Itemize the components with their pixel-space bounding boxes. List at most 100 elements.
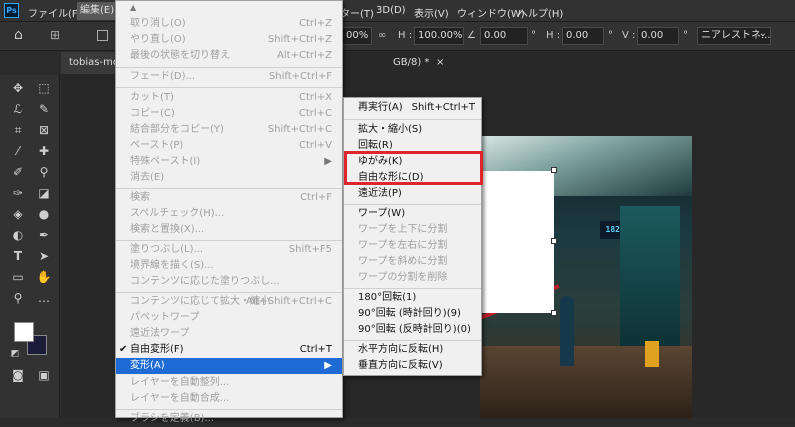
menu-window[interactable]: ウィンドウ(W) xyxy=(457,5,525,20)
height-field[interactable]: 100.00% xyxy=(414,27,464,45)
menu-item-scale[interactable]: 拡大・縮小(S) xyxy=(344,122,481,138)
blur-tool-icon[interactable]: ● xyxy=(35,206,53,222)
more-tools-icon[interactable]: … xyxy=(35,290,53,306)
menu-item-puppet-warp[interactable]: パペットワープ xyxy=(116,310,342,326)
dodge-tool-icon[interactable]: ◐ xyxy=(9,227,27,243)
height-label: H : xyxy=(398,30,413,41)
menu-filter[interactable]: ター(T) xyxy=(340,5,374,20)
menu-item-perspective-warp[interactable]: 遠近法ワープ xyxy=(116,326,342,342)
menu-item-perspective[interactable]: 遠近法(P) xyxy=(344,186,481,202)
reference-point-icon[interactable]: ⊞ xyxy=(50,28,60,42)
crop-tool-icon[interactable]: ⌗ xyxy=(9,122,27,138)
cone-icon xyxy=(645,341,659,367)
platform-floor xyxy=(480,346,692,418)
menu-separator xyxy=(116,188,342,189)
stamp-tool-icon[interactable]: ⚲ xyxy=(35,164,53,180)
menu-item-cut[interactable]: カット(T) Ctrl+X xyxy=(116,90,342,106)
link-icon[interactable]: ∞ xyxy=(378,30,386,41)
menu-item-paste[interactable]: ペースト(P) Ctrl+V xyxy=(116,138,342,154)
menu-item-stroke[interactable]: 境界線を描く(S)... xyxy=(116,258,342,274)
menu-item-paste-special[interactable]: 特殊ペースト(I) ▶ xyxy=(116,154,342,170)
menu-help[interactable]: ヘルプ(H) xyxy=(518,5,563,20)
tools-panel: ✥ ⬚ ℒ ✎ ⌗ ⊠ ⁄ ✚ ✐ ⚲ ✑ ◪ ◈ ● ◐ ✒ T ➤ ▭ ✋ … xyxy=(0,75,60,418)
checkbox-icon[interactable] xyxy=(97,30,108,41)
menu-separator xyxy=(344,204,481,205)
menu-item-flip-vertical[interactable]: 垂直方向に反転(V) xyxy=(344,358,481,374)
menu-item-content-aware-fill[interactable]: コンテンツに応じた塗りつぶし... xyxy=(116,274,342,290)
quick-mask-icon[interactable]: ◙ xyxy=(9,367,27,383)
scroll-up-icon[interactable]: ▲ xyxy=(130,3,136,12)
menu-item-remove-warp-split[interactable]: ワープの分割を削除 xyxy=(344,270,481,286)
menu-item-copy[interactable]: コピー(C) Ctrl+C xyxy=(116,106,342,122)
zoom-tool-icon[interactable]: ⚲ xyxy=(9,290,27,306)
default-colors-icon[interactable]: ◩ xyxy=(6,346,24,362)
healing-brush-icon[interactable]: ✚ xyxy=(35,143,53,159)
menu-item-undo[interactable]: 取り消し(O) Ctrl+Z xyxy=(116,16,342,32)
menu-item-redo[interactable]: やり直し(O) Shift+Ctrl+Z xyxy=(116,32,342,48)
menu-item-define-brush[interactable]: ブラシを定義(B)... xyxy=(116,411,342,427)
menu-item-split-warp-horizontal[interactable]: ワープを上下に分割 xyxy=(344,222,481,238)
menu-file[interactable]: ファイル(F) xyxy=(28,5,82,20)
pen-tool-icon[interactable]: ✒ xyxy=(35,227,53,243)
rectangle-tool-icon[interactable]: ▭ xyxy=(9,269,27,285)
path-select-icon[interactable]: ➤ xyxy=(35,248,53,264)
menu-item-auto-blend-layers[interactable]: レイヤーを自動合成... xyxy=(116,391,342,407)
menu-item-split-warp-vertical[interactable]: ワープを左右に分割 xyxy=(344,238,481,254)
menu-item-rotate-90-cw[interactable]: 90°回転 (時計回り)(9) xyxy=(344,306,481,322)
transform-layer[interactable] xyxy=(480,171,554,313)
eyedropper-tool-icon[interactable]: ⁄ xyxy=(9,143,27,159)
vskew-unit: ° xyxy=(683,30,688,41)
submenu-arrow-icon: ▶ xyxy=(324,360,332,371)
close-icon[interactable]: × xyxy=(436,52,444,74)
menu-view[interactable]: 表示(V) xyxy=(414,5,449,20)
type-tool-icon[interactable]: T xyxy=(9,248,27,264)
menu-item-find-replace[interactable]: 検索と置換(X)... xyxy=(116,222,342,238)
menu-separator xyxy=(116,292,342,293)
marquee-tool-icon[interactable]: ⬚ xyxy=(35,80,53,96)
menu-item-free-transform[interactable]: ✔ 自由変形(F) Ctrl+T xyxy=(116,342,342,358)
menu-3d[interactable]: 3D(D) xyxy=(376,5,406,16)
menu-item-copy-merged[interactable]: 結合部分をコピー(Y) Shift+Ctrl+C xyxy=(116,122,342,138)
interpolation-select[interactable]: ニアレストネ... ⌄ xyxy=(697,27,771,45)
transform-handle-right[interactable] xyxy=(551,238,557,244)
width-field[interactable]: 00% xyxy=(342,27,372,45)
eraser-tool-icon[interactable]: ◪ xyxy=(35,185,53,201)
vskew-field[interactable]: 0.00 xyxy=(637,27,679,45)
angle-field[interactable]: 0.00 xyxy=(480,27,528,45)
menu-item-auto-align-layers[interactable]: レイヤーを自動整列... xyxy=(116,375,342,391)
transform-handle-top-right[interactable] xyxy=(551,167,557,173)
frame-tool-icon[interactable]: ⊠ xyxy=(35,122,53,138)
brush-tool-icon[interactable]: ✐ xyxy=(9,164,27,180)
menu-item-flip-horizontal[interactable]: 水平方向に反転(H) xyxy=(344,342,481,358)
hand-tool-icon[interactable]: ✋ xyxy=(35,269,53,285)
screen-mode-icon[interactable]: ▣ xyxy=(35,367,53,383)
menu-item-again[interactable]: 再実行(A) Shift+Ctrl+T xyxy=(344,100,481,116)
menu-item-spellcheck[interactable]: スペルチェック(H)... xyxy=(116,206,342,222)
menu-item-toggle-last-state[interactable]: 最後の状態を切り替え Alt+Ctrl+Z xyxy=(116,48,342,64)
menu-item-transform[interactable]: 変形(A) ▶ xyxy=(116,358,342,374)
menu-item-search[interactable]: 検索 Ctrl+F xyxy=(116,190,342,206)
menu-item-rotate-180[interactable]: 180°回転(1) xyxy=(344,290,481,306)
home-icon[interactable]: ⌂ xyxy=(14,27,23,43)
foreground-color-swatch[interactable] xyxy=(14,322,34,342)
menu-separator xyxy=(116,67,342,68)
menu-item-clear[interactable]: 消去(E) xyxy=(116,170,342,186)
paint-bucket-icon[interactable]: ◈ xyxy=(9,206,27,222)
quick-select-tool-icon[interactable]: ✎ xyxy=(35,101,53,117)
transform-handle-bottom-right[interactable] xyxy=(551,310,557,316)
menu-edit[interactable]: 編集(E) xyxy=(77,2,118,20)
move-tool-icon[interactable]: ✥ xyxy=(9,80,27,96)
menu-separator xyxy=(344,340,481,341)
photoshop-logo: Ps xyxy=(4,3,19,18)
menu-item-fill[interactable]: 塗りつぶし(L)... Shift+F5 xyxy=(116,242,342,258)
history-brush-icon[interactable]: ✑ xyxy=(9,185,27,201)
lasso-tool-icon[interactable]: ℒ xyxy=(9,101,27,117)
menu-item-split-warp-cross[interactable]: ワープを斜めに分割 xyxy=(344,254,481,270)
menu-item-warp[interactable]: ワープ(W) xyxy=(344,206,481,222)
menu-item-fade[interactable]: フェード(D)... Shift+Ctrl+F xyxy=(116,69,342,85)
person-figure xyxy=(560,296,574,366)
hskew-field[interactable]: 0.00 xyxy=(562,27,604,45)
menu-item-content-aware-scale[interactable]: コンテンツに応じて拡大・縮小 Alt+Shift+Ctrl+C xyxy=(116,294,342,310)
highlight-box xyxy=(344,151,483,185)
menu-item-rotate-90-ccw[interactable]: 90°回転 (反時計回り)(0) xyxy=(344,322,481,338)
